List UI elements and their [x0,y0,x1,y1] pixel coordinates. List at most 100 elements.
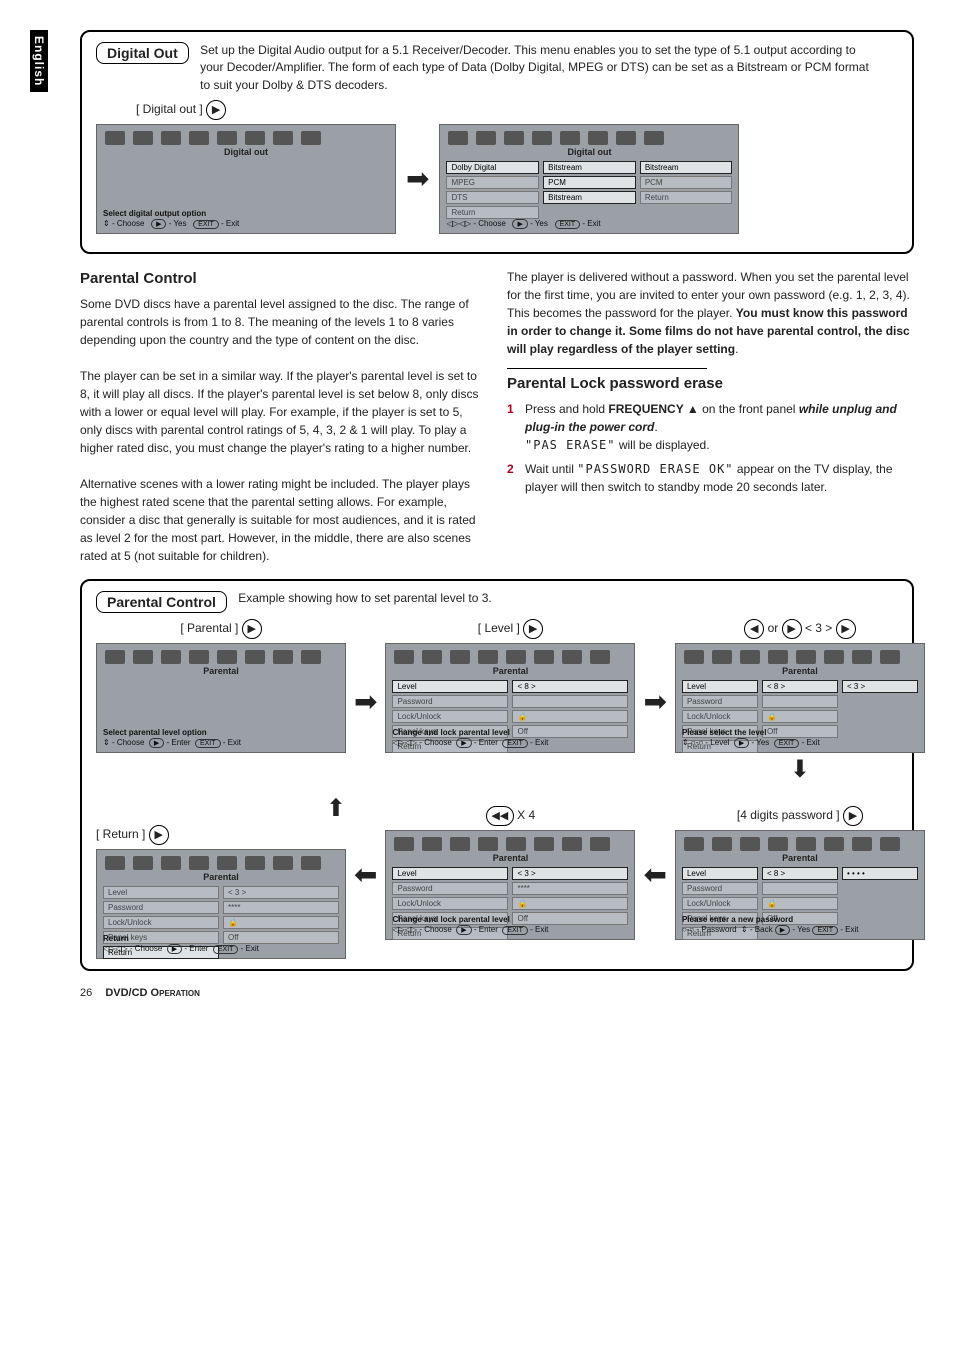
crumb-x4: X 4 [517,808,535,822]
osd-item[interactable]: Return [446,206,539,219]
osd-foot-hint: Please enter a new password [682,915,918,924]
osd-item[interactable]: Level [103,886,219,899]
osd-title: Parental [392,853,628,863]
osd-item[interactable]: Password [682,695,758,708]
osd-foot-yes: - Yes [169,219,187,228]
osd-item[interactable]: DTS [446,191,539,204]
step2-text-a: Wait until [525,462,577,476]
crumb-parental: [ Parental ] [180,621,238,635]
osd-item[interactable]: Password [103,901,219,914]
step1-display: "PAS ERASE" [525,438,615,452]
osd-title: Parental [103,666,339,676]
digital-out-crumb: [ Digital out ] ▶ [136,100,898,120]
osd-item[interactable]: MPEG [446,176,539,189]
arrow-down-icon: ⬇ [790,755,810,784]
step1-text-a: Press and hold [525,402,608,416]
osd-title: Digital out [103,147,389,157]
osd-item[interactable]: Lock/Unlock [682,710,758,723]
play-icon: ▶ [149,825,169,845]
step1-text-c: on the front panel [699,402,799,416]
parental-box-caption: Example showing how to set parental leve… [238,591,491,605]
language-tab: English [30,30,48,92]
osd-value: Return [640,191,733,204]
osd-digital-out-left: Digital out Select digital output option… [96,124,396,234]
digital-out-intro: Set up the Digital Audio output for a 5.… [200,42,880,94]
osd-foot-enter: - Enter [166,738,190,747]
osd-foot-yes: - Yes [792,925,810,934]
osd-value [762,882,838,895]
osd-parental-1: Parental Select parental level option ⇕ … [96,643,346,753]
osd-item[interactable]: Level [392,867,508,880]
step2-display: "PASSWORD ERASE OK" [577,462,733,476]
osd-value [762,695,838,708]
osd-foot-exit: - Exit [530,925,548,934]
lock-icon [512,710,628,723]
osd-foot-choose: - Choose [112,738,144,747]
step1-text-f: will be displayed. [615,438,709,452]
osd-foot-exit: - Exit [223,738,241,747]
osd-parental-3: Parental Level Password Lock/Unlock Pane… [675,643,925,753]
crumb-level: [ Level ] [478,621,520,635]
osd-item[interactable]: Lock/Unlock [682,897,758,910]
osd-item[interactable]: Level [682,867,758,880]
play-icon: ▶ [843,806,863,826]
osd-foot-choose: - Choose [419,925,451,934]
osd-foot-yes: - Yes [530,219,548,228]
osd-foot-hint: Select parental level option [103,728,339,737]
page-number: 26 [80,987,92,999]
footer-section: DVD/CD [105,987,150,999]
osd-value: Bitstream [543,161,636,174]
crumb-password: [4 digits password ] [737,808,840,822]
osd-value: **** [512,882,628,895]
osd-item[interactable]: Password [392,695,508,708]
osd-foot-choose: - Choose [130,944,162,953]
osd-item[interactable]: Dolby Digital [446,161,539,174]
osd-foot-hint: Change and lock parental level [392,728,628,737]
osd-foot-hint: Please select the level [682,728,918,737]
osd-value: • • • • [842,867,918,880]
osd-item[interactable]: Level [392,680,508,693]
lock-icon [223,916,339,929]
osd-digital-out-right: Digital out Dolby Digital MPEG DTS Retur… [439,124,739,234]
parental-erase-heading: Parental Lock password erase [507,373,914,396]
digital-out-crumb-label: [ Digital out ] [136,102,203,116]
osd-item[interactable]: Level [682,680,758,693]
osd-foot-exit: - Exit [840,925,858,934]
step-number: 1 [507,400,525,454]
lock-icon [762,710,838,723]
osd-item[interactable]: Password [682,882,758,895]
osd-value: Bitstream [640,161,733,174]
arrow-right-icon: ➡ [406,165,429,193]
osd-value: < 8 > [762,680,838,693]
osd-value [512,695,628,708]
step-number: 2 [507,460,525,496]
crumb-arrows: < 3 > [805,621,832,635]
osd-foot-yes: - Yes [752,738,770,747]
osd-foot-hint: Change and lock parental level [392,915,628,924]
osd-item[interactable]: Lock/Unlock [392,897,508,910]
osd-foot-enter: - Enter [474,738,498,747]
osd-title: Parental [103,872,339,882]
osd-item[interactable]: Lock/Unlock [103,916,219,929]
arrow-right-icon: ➡ [354,688,377,716]
osd-item[interactable]: Password [392,882,508,895]
osd-title: Parental [392,666,628,676]
osd-item[interactable]: Lock/Unlock [392,710,508,723]
play-icon: ▶ [523,619,543,639]
digital-out-title: Digital Out [96,42,189,64]
osd-value: < 3 > [842,680,918,693]
osd-parental-2: Parental Level Password Lock/Unlock Pane… [385,643,635,753]
osd-value: PCM [543,176,636,189]
divider [507,368,707,369]
osd-parental-5: Parental Level Password Lock/Unlock Pane… [385,830,635,940]
page-footer: 26 DVD/CD Operation [80,987,914,999]
arrow-left-icon: ⬅ [354,861,377,889]
osd-foot-exit: - Exit [582,219,600,228]
osd-value: < 3 > [223,886,339,899]
parental-control-box: Parental Control Example showing how to … [80,579,914,971]
osd-title: Parental [682,853,918,863]
osd-foot-exit: - Exit [802,738,820,747]
parental-p3: Alternative scenes with a lower rating m… [80,475,487,565]
osd-foot-exit: - Exit [221,219,239,228]
osd-foot-level: - Level [705,738,729,747]
